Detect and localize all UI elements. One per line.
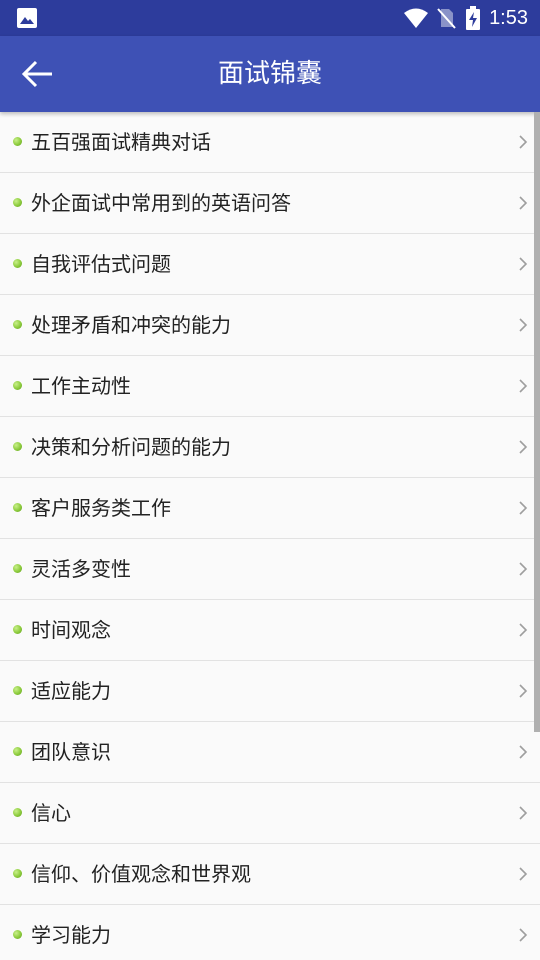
list-item-label: 外企面试中常用到的英语问答 bbox=[31, 191, 291, 215]
chevron-right-icon bbox=[519, 623, 528, 637]
bullet-icon bbox=[13, 808, 22, 817]
list-item-label: 五百强面试精典对话 bbox=[31, 130, 211, 154]
chevron-right-icon bbox=[519, 562, 528, 576]
list-item-label: 适应能力 bbox=[31, 679, 111, 703]
list-item[interactable]: 五百强面试精典对话 bbox=[0, 112, 540, 173]
chevron-right-icon bbox=[519, 745, 528, 759]
list-item[interactable]: 客户服务类工作 bbox=[0, 478, 540, 539]
bullet-icon bbox=[13, 442, 22, 451]
list-item[interactable]: 处理矛盾和冲突的能力 bbox=[0, 295, 540, 356]
bullet-icon bbox=[13, 564, 22, 573]
list-item[interactable]: 信仰、价值观念和世界观 bbox=[0, 844, 540, 905]
list-item[interactable]: 灵活多变性 bbox=[0, 539, 540, 600]
list-item[interactable]: 信心 bbox=[0, 783, 540, 844]
gallery-notification-icon bbox=[17, 8, 37, 28]
list-item[interactable]: 工作主动性 bbox=[0, 356, 540, 417]
list-item[interactable]: 时间观念 bbox=[0, 600, 540, 661]
bullet-icon bbox=[13, 686, 22, 695]
bullet-icon bbox=[13, 137, 22, 146]
app-bar: 面试锦囊 bbox=[0, 36, 540, 112]
list-item-label: 学习能力 bbox=[31, 923, 111, 947]
status-clock: 1:53 bbox=[489, 6, 528, 29]
no-sim-icon bbox=[437, 8, 456, 29]
chevron-right-icon bbox=[519, 257, 528, 271]
chevron-right-icon bbox=[519, 928, 528, 942]
bullet-icon bbox=[13, 930, 22, 939]
list-item-label: 灵活多变性 bbox=[31, 557, 131, 581]
battery-charging-icon bbox=[466, 6, 481, 30]
list-item-label: 时间观念 bbox=[31, 618, 111, 642]
list-item[interactable]: 适应能力 bbox=[0, 661, 540, 722]
list-item-label: 工作主动性 bbox=[31, 374, 131, 398]
bullet-icon bbox=[13, 259, 22, 268]
list-item[interactable]: 决策和分析问题的能力 bbox=[0, 417, 540, 478]
list-scrollbar[interactable] bbox=[534, 112, 540, 732]
bullet-icon bbox=[13, 869, 22, 878]
list-item-label: 自我评估式问题 bbox=[31, 252, 171, 276]
bullet-icon bbox=[13, 381, 22, 390]
status-bar: 1:53 bbox=[0, 0, 540, 36]
list-item-label: 决策和分析问题的能力 bbox=[31, 435, 231, 459]
list-item-label: 团队意识 bbox=[31, 740, 111, 764]
chevron-right-icon bbox=[519, 196, 528, 210]
chevron-right-icon bbox=[519, 806, 528, 820]
list-item[interactable]: 学习能力 bbox=[0, 905, 540, 960]
chevron-right-icon bbox=[519, 318, 528, 332]
list-item[interactable]: 外企面试中常用到的英语问答 bbox=[0, 173, 540, 234]
chevron-right-icon bbox=[519, 440, 528, 454]
list-item-label: 客户服务类工作 bbox=[31, 496, 171, 520]
list-item[interactable]: 自我评估式问题 bbox=[0, 234, 540, 295]
list-item-label: 信仰、价值观念和世界观 bbox=[31, 862, 251, 886]
bullet-icon bbox=[13, 625, 22, 634]
bullet-icon bbox=[13, 320, 22, 329]
topic-list: 五百强面试精典对话 外企面试中常用到的英语问答 自我评估式问题 处理矛盾和冲突的… bbox=[0, 112, 540, 960]
bullet-icon bbox=[13, 198, 22, 207]
list-item-label: 信心 bbox=[31, 801, 71, 825]
list-item[interactable]: 团队意识 bbox=[0, 722, 540, 783]
chevron-right-icon bbox=[519, 867, 528, 881]
chevron-right-icon bbox=[519, 379, 528, 393]
chevron-right-icon bbox=[519, 135, 528, 149]
chevron-right-icon bbox=[519, 684, 528, 698]
wifi-icon bbox=[404, 8, 429, 28]
bullet-icon bbox=[13, 747, 22, 756]
list-item-label: 处理矛盾和冲突的能力 bbox=[31, 313, 231, 337]
page-title: 面试锦囊 bbox=[217, 59, 322, 89]
chevron-right-icon bbox=[519, 501, 528, 515]
bullet-icon bbox=[13, 503, 22, 512]
